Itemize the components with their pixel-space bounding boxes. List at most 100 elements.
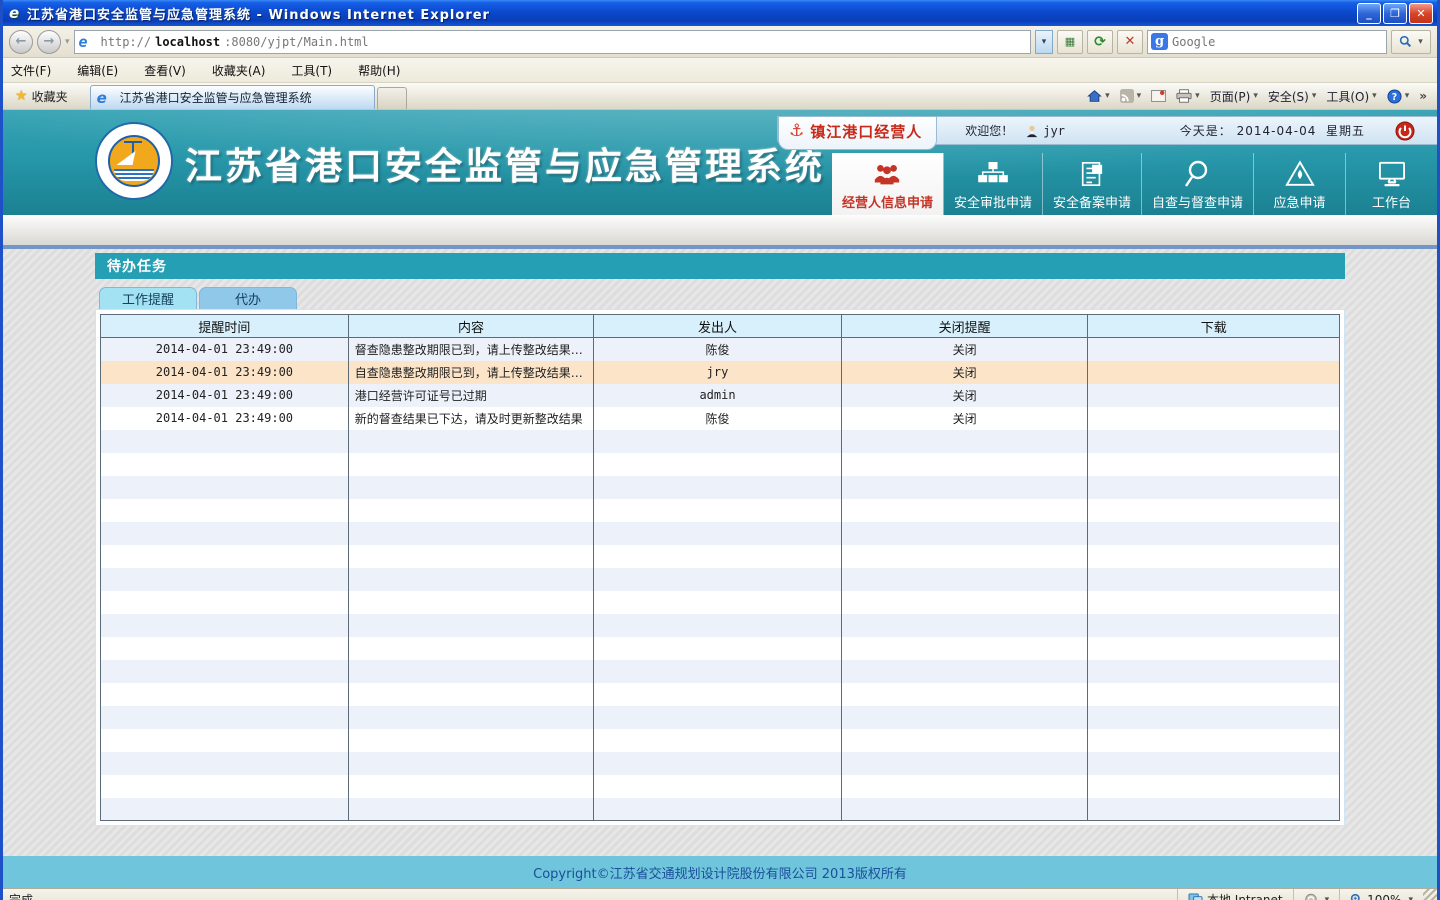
copyright-footer: Copyright©江苏省交通规划设计院股份有限公司 2013版权所有 [3, 856, 1437, 888]
empty-cell [594, 729, 842, 752]
stop-button[interactable]: ✕ [1117, 30, 1143, 54]
zoom-control[interactable]: 100% [1339, 889, 1423, 900]
nav-self-inspection[interactable]: 自查与督查申请 [1141, 153, 1253, 215]
empty-cell [1088, 614, 1340, 637]
read-mail-button[interactable] [1151, 90, 1166, 102]
new-tab-button[interactable] [377, 87, 407, 109]
empty-cell [348, 453, 593, 476]
empty-cell [841, 752, 1088, 775]
empty-cell [101, 568, 349, 591]
empty-row [101, 775, 1340, 798]
favorites-button[interactable]: ★ 收藏夹 [7, 88, 76, 105]
address-dropdown-button[interactable]: ▾ [1035, 30, 1053, 54]
home-button[interactable] [1087, 89, 1110, 103]
menu-help[interactable]: 帮助(H) [358, 62, 400, 79]
empty-cell [1088, 591, 1340, 614]
tools-menu-button[interactable]: 工具(O) [1326, 88, 1376, 105]
tab-title: 江苏省港口安全监管与应急管理系统 [120, 89, 312, 106]
empty-cell [594, 453, 842, 476]
port-authority-logo [95, 122, 173, 200]
forward-button[interactable]: → [37, 30, 61, 54]
empty-cell [1088, 453, 1340, 476]
nav-label: 安全审批申请 [954, 192, 1032, 211]
sub-nav-strip [3, 215, 1437, 249]
empty-cell [1088, 522, 1340, 545]
empty-cell [594, 430, 842, 453]
nav-safety-approval[interactable]: 安全审批申请 [943, 153, 1042, 215]
empty-cell [1088, 637, 1340, 660]
empty-cell [594, 775, 842, 798]
close-reminder-link[interactable]: 关闭 [841, 384, 1088, 407]
page-menu-button[interactable]: 页面(P) [1210, 88, 1258, 105]
safety-menu-button[interactable]: 安全(S) [1268, 88, 1317, 105]
refresh-button[interactable]: ⟳ [1087, 30, 1113, 54]
close-reminder-link[interactable]: 关闭 [841, 361, 1088, 384]
nav-operator-info[interactable]: 经营人信息申请 [832, 153, 943, 215]
search-input[interactable] [1172, 35, 1383, 49]
url-protocol: http:// [101, 35, 152, 49]
content-area: 待办任务 工作提醒 代办 提醒时间 内容 发出人 关闭提醒 下载 [3, 249, 1437, 888]
cell-download [1088, 338, 1340, 361]
back-button[interactable]: ← [9, 30, 33, 54]
section-title-bar: 待办任务 [95, 253, 1345, 279]
empty-cell [594, 637, 842, 660]
tab-label: 工作提醒 [122, 289, 174, 308]
address-bar: ← → ▾ e http://localhost:8080/yjpt/Main.… [3, 26, 1437, 58]
resize-grip[interactable] [1423, 889, 1437, 900]
empty-cell [348, 591, 593, 614]
menu-file[interactable]: 文件(F) [11, 62, 51, 79]
close-button[interactable]: ✕ [1409, 3, 1433, 24]
empty-cell [101, 453, 349, 476]
task-table-body: 2014-04-01 23:49:00督查隐患整改期限已到，请上传整改结果…陈俊… [101, 338, 1340, 821]
recent-pages-chevron-icon[interactable]: ▾ [65, 37, 70, 47]
task-table: 提醒时间 内容 发出人 关闭提醒 下载 2014-04-01 23:49:00督… [100, 314, 1340, 821]
nav-workbench[interactable]: 工作台 [1345, 153, 1437, 215]
menu-view[interactable]: 查看(V) [144, 62, 186, 79]
tab-todo[interactable]: 代办 [199, 287, 297, 309]
empty-cell [594, 476, 842, 499]
cell-content: 督查隐患整改期限已到，请上传整改结果… [348, 338, 593, 361]
empty-cell [101, 729, 349, 752]
browser-tab[interactable]: e 江苏省港口安全监管与应急管理系统 [90, 85, 375, 109]
cell-remind-time: 2014-04-01 23:49:00 [101, 338, 349, 361]
help-button[interactable]: ? [1387, 89, 1410, 104]
close-reminder-link[interactable]: 关闭 [841, 338, 1088, 361]
cell-content: 港口经营许可证号已过期 [348, 384, 593, 407]
empty-cell [348, 637, 593, 660]
rss-icon [1120, 89, 1134, 103]
tab-favicon-icon: e [97, 89, 115, 107]
system-title: 江苏省港口安全监管与应急管理系统 [185, 136, 825, 190]
empty-row [101, 729, 1340, 752]
search-button[interactable] [1391, 30, 1431, 54]
empty-cell [348, 545, 593, 568]
address-input[interactable]: e http://localhost:8080/yjpt/Main.html [74, 30, 1031, 54]
empty-cell [101, 706, 349, 729]
overflow-chevron-icon[interactable]: » [1419, 89, 1427, 103]
copyright-text: Copyright©江苏省交通规划设计院股份有限公司 2013版权所有 [533, 863, 907, 882]
minimize-button[interactable]: _ [1357, 3, 1381, 24]
compatibility-view-button[interactable]: ▦ [1057, 30, 1083, 54]
app-header-banner: 江苏省港口安全监管与应急管理系统 ⚓ 镇江港口经营人 欢迎您！ jyr 今天是：… [3, 110, 1437, 215]
menu-edit[interactable]: 编辑(E) [77, 62, 118, 79]
nav-emergency[interactable]: 应急申请 [1253, 153, 1345, 215]
close-reminder-link[interactable]: 关闭 [841, 407, 1088, 430]
menu-tools[interactable]: 工具(T) [291, 62, 332, 79]
print-button[interactable] [1176, 89, 1200, 103]
search-box: g [1147, 30, 1387, 54]
protected-mode-icon [1304, 893, 1318, 900]
logout-power-button[interactable] [1395, 121, 1415, 141]
tab-work-reminder[interactable]: 工作提醒 [99, 287, 197, 309]
feeds-button[interactable] [1120, 89, 1142, 103]
empty-cell [348, 660, 593, 683]
zone-label: 本地 Intranet [1207, 891, 1283, 900]
protected-mode-button[interactable] [1293, 889, 1340, 900]
zoom-level: 100% [1367, 893, 1401, 900]
welcome-label: 欢迎您！ [965, 122, 1013, 139]
workstation-icon [1377, 158, 1407, 189]
menu-favorites[interactable]: 收藏夹(A) [212, 62, 266, 79]
home-icon [1087, 89, 1102, 103]
empty-cell [594, 683, 842, 706]
nav-safety-record[interactable]: 安全备案申请 [1042, 153, 1141, 215]
restore-button[interactable]: ❐ [1383, 3, 1407, 24]
empty-row [101, 798, 1340, 821]
